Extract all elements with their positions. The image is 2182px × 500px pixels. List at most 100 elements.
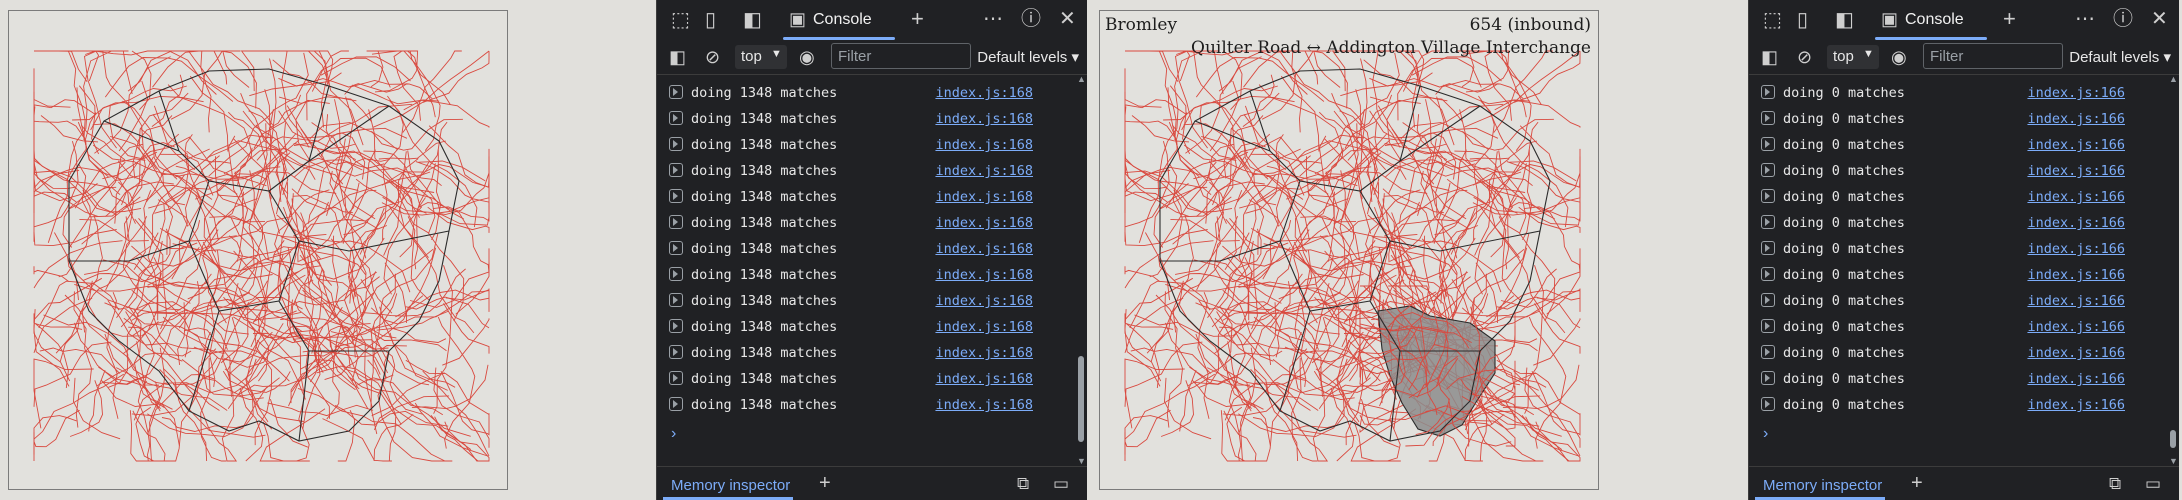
log-expand-icon[interactable]: [1761, 111, 1775, 125]
log-expand-icon[interactable]: [1761, 137, 1775, 151]
log-source-link[interactable]: index.js:166: [2027, 111, 2125, 127]
log-expand-icon[interactable]: [1761, 397, 1775, 411]
dock-icon[interactable]: ⧉: [2109, 474, 2121, 494]
log-expand-icon[interactable]: [1761, 345, 1775, 359]
scrollbar-thumb[interactable]: [1078, 356, 1084, 442]
log-source-link[interactable]: index.js:168: [935, 345, 1033, 361]
screenshot-icon[interactable]: ▭: [1053, 474, 1069, 494]
log-source-link[interactable]: index.js:166: [2027, 137, 2125, 153]
log-source-link[interactable]: index.js:166: [2027, 319, 2125, 335]
log-source-link[interactable]: index.js:166: [2027, 397, 2125, 413]
console-prompt[interactable]: ›: [671, 425, 676, 443]
add-drawer-tab-icon[interactable]: +: [819, 473, 831, 493]
log-source-link[interactable]: index.js:168: [935, 241, 1033, 257]
log-source-link[interactable]: index.js:166: [2027, 293, 2125, 309]
context-select[interactable]: top ▼: [735, 45, 787, 69]
scroll-down-icon[interactable]: ▼: [2169, 456, 2178, 466]
log-expand-icon[interactable]: [669, 137, 683, 151]
tab-memory-inspector[interactable]: Memory inspector: [1763, 477, 1882, 494]
map-frame-right[interactable]: Bromley 654 (inbound) Quilter Road ↔ Add…: [1099, 10, 1599, 490]
show-sidebar-icon[interactable]: ◧: [1761, 47, 1778, 67]
log-source-link[interactable]: index.js:168: [935, 215, 1033, 231]
map-frame-left[interactable]: [8, 10, 508, 490]
log-expand-icon[interactable]: [669, 371, 683, 385]
scroll-down-icon[interactable]: ▼: [1077, 456, 1086, 466]
close-icon[interactable]: ✕: [2151, 9, 2168, 29]
scroll-up-icon[interactable]: ▲: [1077, 74, 1086, 84]
tab-console[interactable]: ▣ Console: [783, 6, 895, 40]
log-expand-icon[interactable]: [669, 85, 683, 99]
log-expand-icon[interactable]: [669, 189, 683, 203]
log-expand-icon[interactable]: [1761, 293, 1775, 307]
dock-icon[interactable]: ⧉: [1017, 474, 1029, 494]
log-expand-icon[interactable]: [669, 163, 683, 177]
log-source-link[interactable]: index.js:168: [935, 293, 1033, 309]
log-source-link[interactable]: index.js:168: [935, 111, 1033, 127]
clear-icon[interactable]: ⊘: [705, 47, 720, 67]
inspect-icon[interactable]: ⬚: [1763, 10, 1782, 30]
eye-icon[interactable]: ◉: [1891, 47, 1907, 67]
log-source-link[interactable]: index.js:166: [2027, 215, 2125, 231]
log-expand-icon[interactable]: [669, 267, 683, 281]
sidebar-icon[interactable]: ◧: [743, 10, 762, 30]
add-tab-icon[interactable]: +: [911, 8, 924, 30]
scrollbar-thumb[interactable]: [2170, 430, 2176, 448]
log-expand-icon[interactable]: [1761, 85, 1775, 99]
log-source-link[interactable]: index.js:166: [2027, 189, 2125, 205]
log-source-link[interactable]: index.js:166: [2027, 163, 2125, 179]
log-expand-icon[interactable]: [1761, 215, 1775, 229]
log-source-link[interactable]: index.js:168: [935, 319, 1033, 335]
log-source-link[interactable]: index.js:168: [935, 267, 1033, 283]
log-expand-icon[interactable]: [1761, 189, 1775, 203]
log-expand-icon[interactable]: [1761, 163, 1775, 177]
clear-icon[interactable]: ⊘: [1797, 47, 1812, 67]
filter-input[interactable]: Filter: [1923, 43, 2063, 69]
log-source-link[interactable]: index.js:168: [935, 137, 1033, 153]
log-source-link[interactable]: index.js:166: [2027, 371, 2125, 387]
console-scrollbar[interactable]: ▲ ▼: [1075, 74, 1087, 466]
add-tab-icon[interactable]: +: [2003, 8, 2016, 30]
log-source-link[interactable]: index.js:168: [935, 371, 1033, 387]
log-levels-dropdown[interactable]: Default levels ▾: [977, 48, 1079, 66]
log-source-link[interactable]: index.js:168: [935, 85, 1033, 101]
log-source-link[interactable]: index.js:168: [935, 189, 1033, 205]
log-source-link[interactable]: index.js:166: [2027, 267, 2125, 283]
filter-input[interactable]: Filter: [831, 43, 971, 69]
device-icon[interactable]: ▯: [705, 10, 716, 30]
log-levels-dropdown[interactable]: Default levels ▾: [2069, 48, 2171, 66]
log-expand-icon[interactable]: [669, 345, 683, 359]
add-drawer-tab-icon[interactable]: +: [1911, 473, 1923, 493]
console-scrollbar[interactable]: ▲ ▼: [2167, 74, 2179, 466]
show-sidebar-icon[interactable]: ◧: [669, 47, 686, 67]
log-expand-icon[interactable]: [1761, 371, 1775, 385]
help-icon[interactable]: ⓘ: [1021, 9, 1041, 29]
more-icon[interactable]: ⋯: [983, 9, 1003, 29]
log-source-link[interactable]: index.js:168: [935, 397, 1033, 413]
log-expand-icon[interactable]: [669, 319, 683, 333]
log-expand-icon[interactable]: [1761, 319, 1775, 333]
screenshot-icon[interactable]: ▭: [2145, 474, 2161, 494]
log-expand-icon[interactable]: [669, 241, 683, 255]
log-source-link[interactable]: index.js:166: [2027, 85, 2125, 101]
log-expand-icon[interactable]: [669, 293, 683, 307]
log-expand-icon[interactable]: [1761, 267, 1775, 281]
log-expand-icon[interactable]: [669, 111, 683, 125]
log-expand-icon[interactable]: [1761, 241, 1775, 255]
close-icon[interactable]: ✕: [1059, 9, 1076, 29]
inspect-icon[interactable]: ⬚: [671, 10, 690, 30]
eye-icon[interactable]: ◉: [799, 47, 815, 67]
sidebar-icon[interactable]: ◧: [1835, 10, 1854, 30]
log-source-link[interactable]: index.js:166: [2027, 241, 2125, 257]
tab-console[interactable]: ▣ Console: [1875, 6, 1987, 40]
console-prompt[interactable]: ›: [1763, 425, 1768, 443]
scroll-up-icon[interactable]: ▲: [2169, 74, 2178, 84]
log-source-link[interactable]: index.js:166: [2027, 345, 2125, 361]
log-expand-icon[interactable]: [669, 397, 683, 411]
log-expand-icon[interactable]: [669, 215, 683, 229]
context-select[interactable]: top ▼: [1827, 45, 1879, 69]
help-icon[interactable]: ⓘ: [2113, 9, 2133, 29]
log-source-link[interactable]: index.js:168: [935, 163, 1033, 179]
device-icon[interactable]: ▯: [1797, 10, 1808, 30]
tab-memory-inspector[interactable]: Memory inspector: [671, 477, 790, 494]
more-icon[interactable]: ⋯: [2075, 9, 2095, 29]
